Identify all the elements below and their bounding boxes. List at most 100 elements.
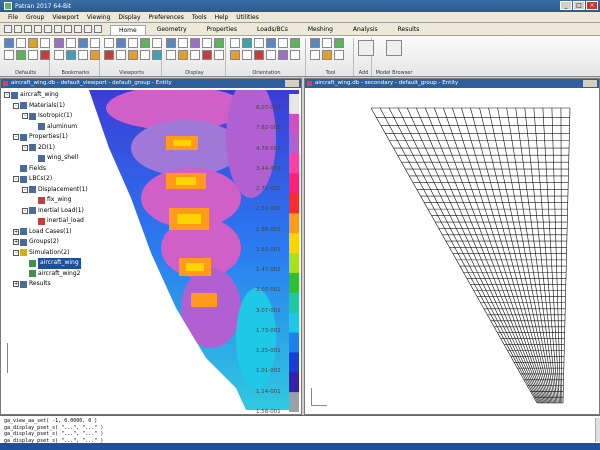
default-tool-icon[interactable]: [4, 38, 14, 48]
viewport-icon[interactable]: [116, 38, 126, 48]
collapse-icon[interactable]: -: [4, 92, 10, 99]
help-icon[interactable]: [94, 25, 102, 33]
tree-item[interactable]: - 2D(1): [4, 143, 164, 154]
menu-viewing[interactable]: Viewing: [87, 14, 111, 21]
bookmark-icon[interactable]: [78, 38, 88, 48]
orientation-icon[interactable]: [254, 50, 264, 60]
history-scrollbar[interactable]: [595, 418, 600, 442]
display-icon[interactable]: [190, 50, 200, 60]
tab-results[interactable]: Results: [389, 24, 429, 35]
tool-icon[interactable]: [310, 38, 320, 48]
save-icon[interactable]: [24, 25, 32, 33]
display-icon[interactable]: [202, 50, 212, 60]
viewport-controls[interactable]: [583, 80, 597, 87]
tree-item[interactable]: - aircraft_wing: [4, 90, 164, 101]
menu-viewport[interactable]: Viewport: [52, 14, 79, 21]
orientation-icon[interactable]: [290, 50, 300, 60]
bookmark-icon[interactable]: [90, 50, 100, 60]
tab-properties[interactable]: Properties: [198, 24, 246, 35]
collapse-icon[interactable]: -: [22, 113, 28, 120]
menu-group[interactable]: Group: [26, 14, 44, 21]
bookmark-icon[interactable]: [66, 50, 76, 60]
new-icon[interactable]: [4, 25, 12, 33]
undo-icon[interactable]: [34, 25, 42, 33]
expand-icon[interactable]: +: [13, 228, 19, 235]
default-tool-icon[interactable]: [28, 50, 38, 60]
tree-item[interactable]: aircraft_wing: [4, 258, 164, 269]
expand-icon[interactable]: +: [13, 239, 19, 246]
print-icon[interactable]: [44, 25, 52, 33]
tab-meshing[interactable]: Meshing: [299, 24, 342, 35]
collapse-icon[interactable]: -: [13, 102, 19, 109]
tree-item[interactable]: + Results: [4, 279, 164, 290]
tool-icon[interactable]: [322, 50, 332, 60]
tree-item[interactable]: - Isotropic(1): [4, 111, 164, 122]
default-tool-icon[interactable]: [40, 38, 50, 48]
default-tool-icon[interactable]: [28, 38, 38, 48]
viewport-icon[interactable]: [152, 50, 162, 60]
viewport-right-canvas[interactable]: [305, 88, 599, 415]
settings-icon[interactable]: [84, 25, 92, 33]
display-icon[interactable]: [190, 38, 200, 48]
orientation-icon[interactable]: [242, 50, 252, 60]
tree-item[interactable]: - Simulation(2): [4, 248, 164, 259]
orientation-icon[interactable]: [278, 50, 288, 60]
collapse-icon[interactable]: -: [13, 249, 19, 256]
orientation-icon[interactable]: [290, 38, 300, 48]
open-icon[interactable]: [14, 25, 22, 33]
tree-item[interactable]: + Groups(2): [4, 237, 164, 248]
tree-item[interactable]: - LBCs(2): [4, 174, 164, 185]
history-window[interactable]: ga_view_aa_set( -1, 0.0000, 0 ) ga_displ…: [0, 415, 600, 450]
default-tool-icon[interactable]: [16, 50, 26, 60]
viewport-icon[interactable]: [116, 50, 126, 60]
default-tool-icon[interactable]: [4, 50, 14, 60]
menu-preferences[interactable]: Preferences: [149, 14, 184, 21]
bookmark-icon[interactable]: [78, 50, 88, 60]
orientation-icon[interactable]: [230, 50, 240, 60]
tool-icon[interactable]: [322, 38, 332, 48]
tool-icon[interactable]: [334, 38, 344, 48]
orientation-icon[interactable]: [278, 38, 288, 48]
display-icon[interactable]: [202, 38, 212, 48]
minimize-icon[interactable]: _: [560, 1, 572, 10]
add-icon[interactable]: [358, 40, 374, 56]
viewport-icon[interactable]: [104, 38, 114, 48]
display-icon[interactable]: [214, 38, 224, 48]
collapse-icon[interactable]: -: [22, 207, 28, 214]
menu-file[interactable]: File: [8, 14, 18, 21]
tree-item[interactable]: aluminum: [4, 122, 164, 133]
tree-item[interactable]: - Displacement(1): [4, 185, 164, 196]
viewport-icon[interactable]: [140, 50, 150, 60]
orientation-icon[interactable]: [254, 38, 264, 48]
tool-icon[interactable]: [310, 50, 320, 60]
display-icon[interactable]: [166, 50, 176, 60]
tree-item[interactable]: - Properties(1): [4, 132, 164, 143]
viewport-controls[interactable]: [285, 80, 299, 87]
bookmark-icon[interactable]: [90, 38, 100, 48]
paste-icon[interactable]: [64, 25, 72, 33]
viewport-icon[interactable]: [152, 38, 162, 48]
menu-utilities[interactable]: Utilities: [236, 14, 259, 21]
menu-display[interactable]: Display: [118, 14, 140, 21]
copy-icon[interactable]: [54, 25, 62, 33]
viewport-left[interactable]: aircraft_wing.db - default_viewport - de…: [0, 78, 302, 415]
bookmark-icon[interactable]: [54, 50, 64, 60]
tab-geometry[interactable]: Geometry: [148, 24, 196, 35]
collapse-icon[interactable]: -: [22, 144, 28, 151]
orientation-icon[interactable]: [266, 38, 276, 48]
close-icon[interactable]: ×: [586, 1, 598, 10]
orientation-icon[interactable]: [242, 38, 252, 48]
menu-tools[interactable]: Tools: [192, 14, 207, 21]
tree-item[interactable]: wing_shell: [4, 153, 164, 164]
expand-icon[interactable]: +: [13, 281, 19, 288]
bookmark-icon[interactable]: [66, 38, 76, 48]
tree-item[interactable]: aircraft_wing2: [4, 269, 164, 280]
viewport-icon[interactable]: [128, 38, 138, 48]
display-icon[interactable]: [178, 38, 188, 48]
collapse-icon[interactable]: -: [13, 176, 19, 183]
tool-icon[interactable]: [334, 50, 344, 60]
orientation-icon[interactable]: [230, 38, 240, 48]
tree-item[interactable]: Fields: [4, 164, 164, 175]
display-icon[interactable]: [214, 50, 224, 60]
display-icon[interactable]: [166, 38, 176, 48]
